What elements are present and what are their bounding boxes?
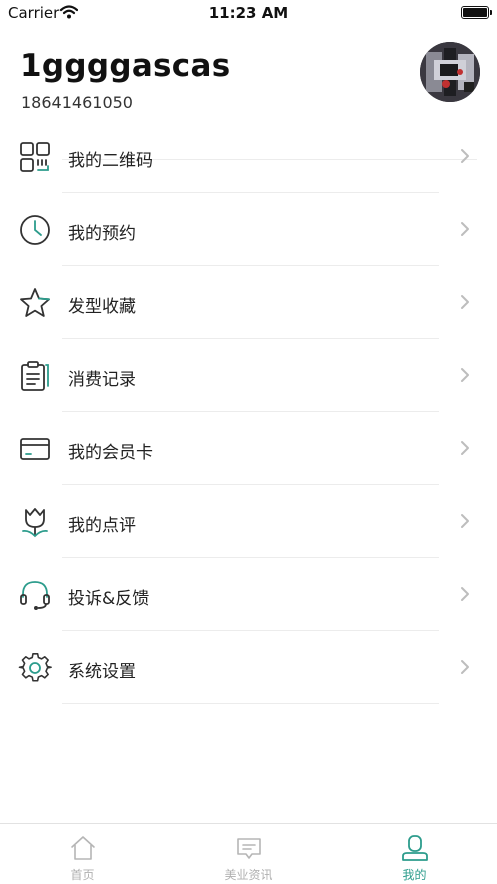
avatar[interactable]	[420, 42, 480, 102]
menu-item-consumption-records[interactable]: 消费记录	[0, 339, 497, 412]
menu-item-label: 消费记录	[68, 370, 136, 390]
chevron-right-icon	[458, 586, 472, 602]
menu-item-appointments[interactable]: 我的预约	[0, 193, 497, 266]
menu-item-membership-card[interactable]: 我的会员卡	[0, 412, 497, 485]
menu-item-qr-code[interactable]: 我的二维码	[0, 120, 497, 193]
tulip-icon	[18, 505, 52, 539]
chevron-right-icon	[458, 294, 472, 310]
home-icon	[69, 834, 97, 862]
chevron-right-icon	[458, 659, 472, 675]
menu-item-label: 我的二维码	[68, 151, 153, 171]
menu-item-label: 投诉&反馈	[68, 589, 150, 609]
chevron-right-icon	[458, 148, 472, 164]
chevron-right-icon	[458, 367, 472, 383]
clock-icon	[18, 213, 52, 247]
star-icon	[18, 286, 52, 320]
menu-item-system-settings[interactable]: 系统设置	[0, 631, 497, 704]
chevron-right-icon	[458, 440, 472, 456]
menu-item-label: 发型收藏	[68, 297, 136, 317]
battery-icon	[461, 6, 492, 19]
tab-beauty-news[interactable]: 美业资讯	[166, 824, 331, 884]
chevron-right-icon	[458, 513, 472, 529]
profile-header[interactable]: 1ggggascas 18641461050	[0, 40, 497, 160]
divider	[62, 703, 439, 704]
message-icon	[235, 834, 263, 862]
qr-code-icon	[18, 140, 52, 174]
username: 1ggggascas	[20, 48, 231, 84]
gear-icon	[18, 651, 52, 685]
menu-item-complaints-feedback[interactable]: 投诉&反馈	[0, 558, 497, 631]
phone-number: 18641461050	[21, 93, 133, 112]
menu-list: 我的二维码 我的预约 发型收藏 消费记录 我的会员卡 我的点评 投诉&反馈 系统…	[0, 120, 497, 704]
headset-icon	[18, 578, 52, 612]
tab-mine[interactable]: 我的	[332, 824, 497, 884]
menu-item-label: 我的预约	[68, 224, 136, 244]
menu-item-reviews[interactable]: 我的点评	[0, 485, 497, 558]
tab-label: 我的	[402, 868, 427, 882]
menu-item-label: 我的点评	[68, 516, 136, 536]
clock: 11:23 AM	[208, 4, 289, 22]
user-icon	[401, 834, 429, 862]
card-icon	[18, 432, 52, 466]
tab-bar: 首页 美业资讯 我的	[0, 823, 497, 884]
menu-item-label: 我的会员卡	[68, 443, 153, 463]
chevron-right-icon	[458, 221, 472, 237]
status-bar: Carrier 11:23 AM	[0, 0, 497, 26]
menu-item-label: 系统设置	[68, 662, 136, 682]
clipboard-icon	[18, 359, 52, 393]
tab-label: 美业资讯	[224, 868, 273, 882]
menu-item-favorites[interactable]: 发型收藏	[0, 266, 497, 339]
tab-label: 首页	[70, 868, 95, 882]
tab-home[interactable]: 首页	[0, 824, 165, 884]
